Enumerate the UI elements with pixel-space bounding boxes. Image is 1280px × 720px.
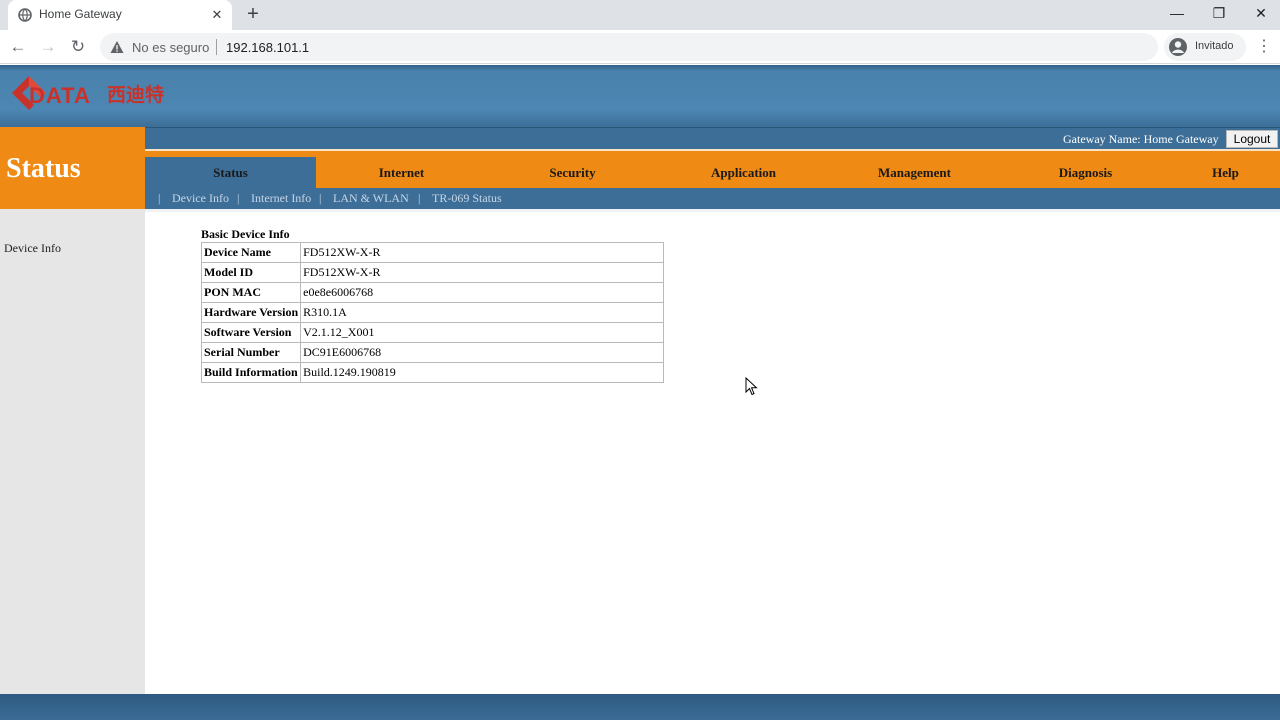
cdata-logo: DATA 西迪特 — [12, 76, 164, 110]
svg-text:DATA: DATA — [29, 83, 91, 108]
row-value: Build.1249.190819 — [300, 362, 664, 383]
sidebar-item-device-info[interactable]: Device Info — [4, 241, 61, 256]
sub-nav: | Device Info | Internet Info | LAN & WL… — [145, 188, 1280, 209]
row-value: V2.1.12_X001 — [300, 322, 664, 343]
tab-internet[interactable]: Internet — [316, 157, 487, 188]
row-value: R310.1A — [300, 302, 664, 323]
subnav-separator: | — [158, 191, 161, 205]
gateway-name: Gateway Name: Home Gateway — [1063, 132, 1219, 146]
section-title-box: Status — [0, 127, 145, 209]
main-content: Basic Device Info Device Name FD512XW-X-… — [145, 209, 1280, 694]
table-row: Software Version V2.1.12_X001 — [200, 322, 664, 343]
minimize-button[interactable]: — — [1166, 3, 1188, 23]
tab-status[interactable]: Status — [145, 157, 316, 188]
browser-tab[interactable]: Home Gateway ✕ — [8, 0, 232, 30]
subnav-device-info[interactable]: Device Info — [172, 191, 229, 206]
subnav-tr069-status[interactable]: TR-069 Status — [432, 191, 502, 206]
restore-button[interactable]: ❐ — [1208, 3, 1230, 23]
sidebar: Device Info — [0, 209, 145, 694]
site-header: DATA 西迪特 — [0, 65, 1280, 127]
nav-divider — [145, 149, 1280, 157]
browser-toolbar: ← → ↻ No es seguro 192.168.101.1 Invitad… — [0, 30, 1280, 64]
url-text[interactable]: 192.168.101.1 — [226, 40, 309, 55]
row-label: Software Version — [200, 322, 302, 343]
tab-management[interactable]: Management — [829, 157, 1000, 188]
table-row: Hardware Version R310.1A — [200, 302, 664, 323]
close-window-button[interactable]: ✕ — [1250, 3, 1272, 23]
reload-button[interactable]: ↻ — [68, 37, 88, 57]
subnav-separator: | — [418, 191, 421, 205]
table-row: Serial Number DC91E6006768 — [200, 342, 664, 363]
back-button[interactable]: ← — [8, 37, 28, 57]
row-label: Model ID — [200, 262, 302, 283]
table-row: PON MAC e0e8e6006768 — [200, 282, 664, 303]
row-value: FD512XW-X-R — [300, 242, 664, 263]
address-divider — [216, 39, 217, 55]
table-row: Model ID FD512XW-X-R — [200, 262, 664, 283]
warning-icon[interactable] — [110, 40, 124, 54]
row-label: Device Name — [200, 242, 302, 263]
globe-icon — [18, 8, 32, 22]
row-value: DC91E6006768 — [300, 342, 664, 363]
new-tab-button[interactable]: + — [243, 4, 263, 24]
tab-diagnosis[interactable]: Diagnosis — [1000, 157, 1171, 188]
section-heading: Basic Device Info — [201, 227, 290, 241]
profile-button[interactable]: Invitado — [1164, 33, 1246, 61]
mouse-cursor-icon — [745, 377, 758, 396]
row-label: Serial Number — [200, 342, 302, 363]
profile-label: Invitado — [1195, 40, 1234, 52]
tab-close-icon[interactable]: ✕ — [209, 7, 225, 23]
table-row: Device Name FD512XW-X-R — [200, 242, 664, 263]
logout-button[interactable]: Logout — [1226, 130, 1278, 148]
page-title: Status — [6, 153, 81, 184]
browser-menu-icon[interactable]: ⋮ — [1256, 37, 1272, 57]
security-status[interactable]: No es seguro — [132, 40, 209, 55]
footer-bar — [0, 694, 1280, 720]
browser-tabstrip: Home Gateway ✕ + — ❐ ✕ — [0, 0, 1280, 30]
main-nav: Status Internet Security Application Man… — [145, 157, 1280, 188]
tab-security[interactable]: Security — [487, 157, 658, 188]
subnav-separator: | — [319, 191, 322, 205]
row-label: Build Information — [200, 362, 302, 383]
table-row: Build Information Build.1249.190819 — [200, 362, 664, 383]
address-bar[interactable]: No es seguro 192.168.101.1 — [100, 33, 1158, 61]
forward-button[interactable]: → — [38, 37, 58, 57]
subnav-lan-wlan[interactable]: LAN & WLAN — [333, 191, 409, 206]
row-value: FD512XW-X-R — [300, 262, 664, 283]
row-label: Hardware Version — [200, 302, 302, 323]
svg-text:西迪特: 西迪特 — [107, 84, 164, 106]
device-info-table: Device Name FD512XW-X-R Model ID FD512XW… — [200, 242, 664, 383]
row-value: e0e8e6006768 — [300, 282, 664, 303]
row-label: PON MAC — [200, 282, 302, 303]
tab-help[interactable]: Help — [1171, 157, 1280, 188]
tab-application[interactable]: Application — [658, 157, 829, 188]
tab-title: Home Gateway — [39, 7, 122, 21]
subnav-separator: | — [237, 191, 240, 205]
subnav-internet-info[interactable]: Internet Info — [251, 191, 311, 206]
gateway-bar: Gateway Name: Home Gateway Logout — [145, 127, 1280, 149]
profile-icon — [1169, 38, 1187, 56]
